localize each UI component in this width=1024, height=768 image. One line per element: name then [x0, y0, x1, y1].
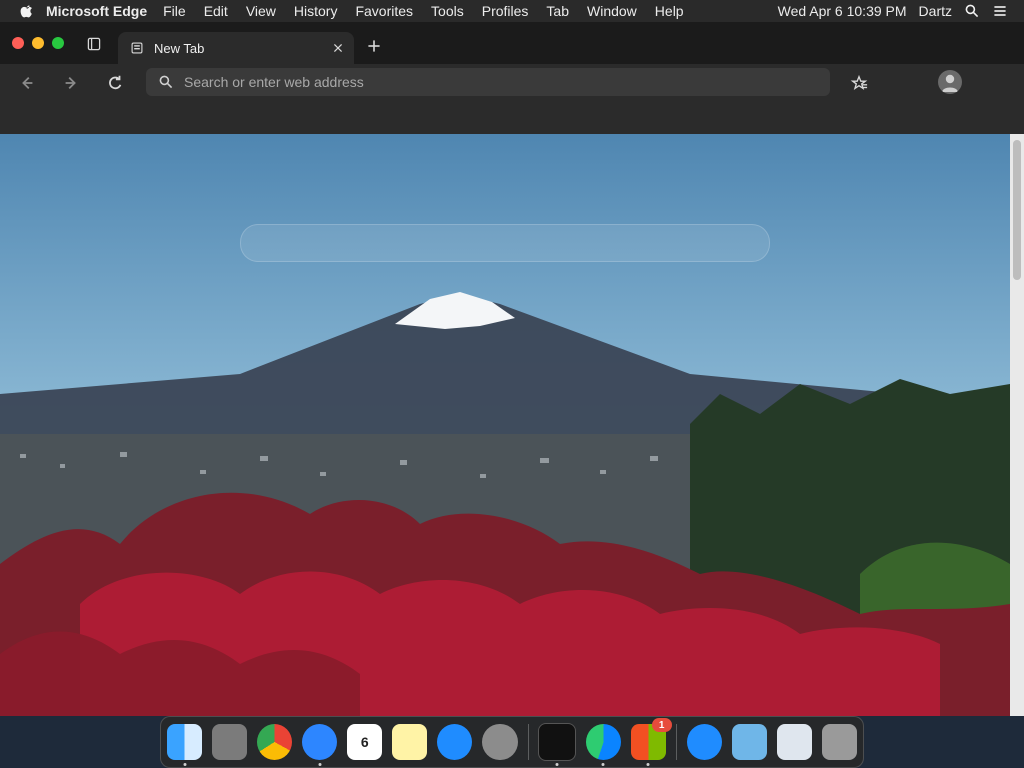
- dock-folder-icon[interactable]: [731, 724, 767, 760]
- menu-tools[interactable]: Tools: [431, 3, 464, 19]
- new-tab-search-box[interactable]: [240, 224, 770, 262]
- new-tab-page-icon: [131, 42, 143, 54]
- dock-system-preferences-icon[interactable]: [482, 724, 518, 760]
- menu-bar: Microsoft Edge File Edit View History Fa…: [0, 0, 1024, 22]
- dock-app-store-icon[interactable]: [437, 724, 473, 760]
- new-tab-icon[interactable]: [366, 38, 382, 54]
- browser-titlebar: New Tab: [0, 22, 1024, 64]
- menu-view[interactable]: View: [246, 3, 276, 19]
- dock-separator: [675, 724, 677, 760]
- user-name[interactable]: Dartz: [919, 3, 952, 19]
- close-window-button[interactable]: [12, 37, 24, 49]
- menu-history[interactable]: History: [294, 3, 338, 19]
- dock-safari-icon[interactable]: [302, 724, 338, 766]
- scrollbar-thumb[interactable]: [1013, 140, 1021, 280]
- menu-profiles[interactable]: Profiles: [482, 3, 529, 19]
- dock-trash-icon[interactable]: [821, 724, 857, 760]
- dock-office-installer-icon[interactable]: 1: [630, 718, 672, 766]
- dock-document-icon[interactable]: [776, 724, 812, 760]
- dock-edge-icon[interactable]: [585, 724, 621, 766]
- background-image: [0, 134, 1010, 716]
- profile-button[interactable]: [938, 70, 962, 94]
- dock-calendar-icon[interactable]: 6: [347, 724, 383, 760]
- dock-chrome-icon[interactable]: [257, 724, 293, 760]
- menu-file[interactable]: File: [163, 3, 186, 19]
- dock-finder-icon[interactable]: [167, 724, 203, 766]
- page-scrollbar[interactable]: [1010, 134, 1024, 716]
- clock[interactable]: Wed Apr 6 10:39 PM: [778, 3, 907, 19]
- address-placeholder: Search or enter web address: [184, 74, 364, 90]
- dock-terminal-icon[interactable]: [538, 723, 576, 766]
- dock-notes-icon[interactable]: [392, 724, 428, 760]
- back-icon[interactable]: [18, 74, 36, 92]
- dock-separator: [527, 724, 529, 760]
- close-tab-icon[interactable]: [332, 42, 344, 54]
- dock-launchpad-icon[interactable]: [212, 724, 248, 760]
- menu-favorites[interactable]: Favorites: [355, 3, 413, 19]
- new-tab-page: [0, 134, 1010, 716]
- window-controls: [12, 37, 64, 49]
- menu-tab[interactable]: Tab: [546, 3, 569, 19]
- tab-actions-icon[interactable]: [86, 36, 102, 52]
- spotlight-search-icon[interactable]: [964, 3, 980, 19]
- favorites-bar: [0, 100, 1024, 134]
- search-icon: [159, 75, 173, 89]
- browser-toolbar: Search or enter web address: [0, 64, 1024, 100]
- menu-window[interactable]: Window: [587, 3, 637, 19]
- dock: 6 1: [160, 716, 864, 768]
- running-indicator: [646, 763, 650, 766]
- running-indicator: [555, 763, 559, 766]
- calendar-day: 6: [360, 734, 369, 750]
- apple-menu-icon[interactable]: [18, 3, 36, 19]
- menu-edit[interactable]: Edit: [204, 3, 228, 19]
- forward-icon[interactable]: [62, 74, 80, 92]
- running-indicator: [183, 763, 187, 766]
- notification-badge: 1: [651, 718, 672, 732]
- tab-title: New Tab: [154, 40, 205, 56]
- maximize-window-button[interactable]: [52, 37, 64, 49]
- favorites-icon[interactable]: [850, 74, 868, 92]
- app-name[interactable]: Microsoft Edge: [46, 3, 147, 19]
- profile-avatar-icon: [942, 74, 958, 92]
- status-area: Wed Apr 6 10:39 PM Dartz: [778, 3, 1008, 19]
- running-indicator: [601, 763, 605, 766]
- running-indicator: [318, 763, 322, 766]
- tab-new-tab[interactable]: New Tab: [118, 32, 354, 64]
- minimize-window-button[interactable]: [32, 37, 44, 49]
- control-center-icon[interactable]: [992, 3, 1008, 19]
- dock-app-store-2-icon[interactable]: [686, 724, 722, 760]
- refresh-icon[interactable]: [106, 74, 124, 92]
- address-bar[interactable]: Search or enter web address: [146, 68, 830, 96]
- menu-help[interactable]: Help: [655, 3, 684, 19]
